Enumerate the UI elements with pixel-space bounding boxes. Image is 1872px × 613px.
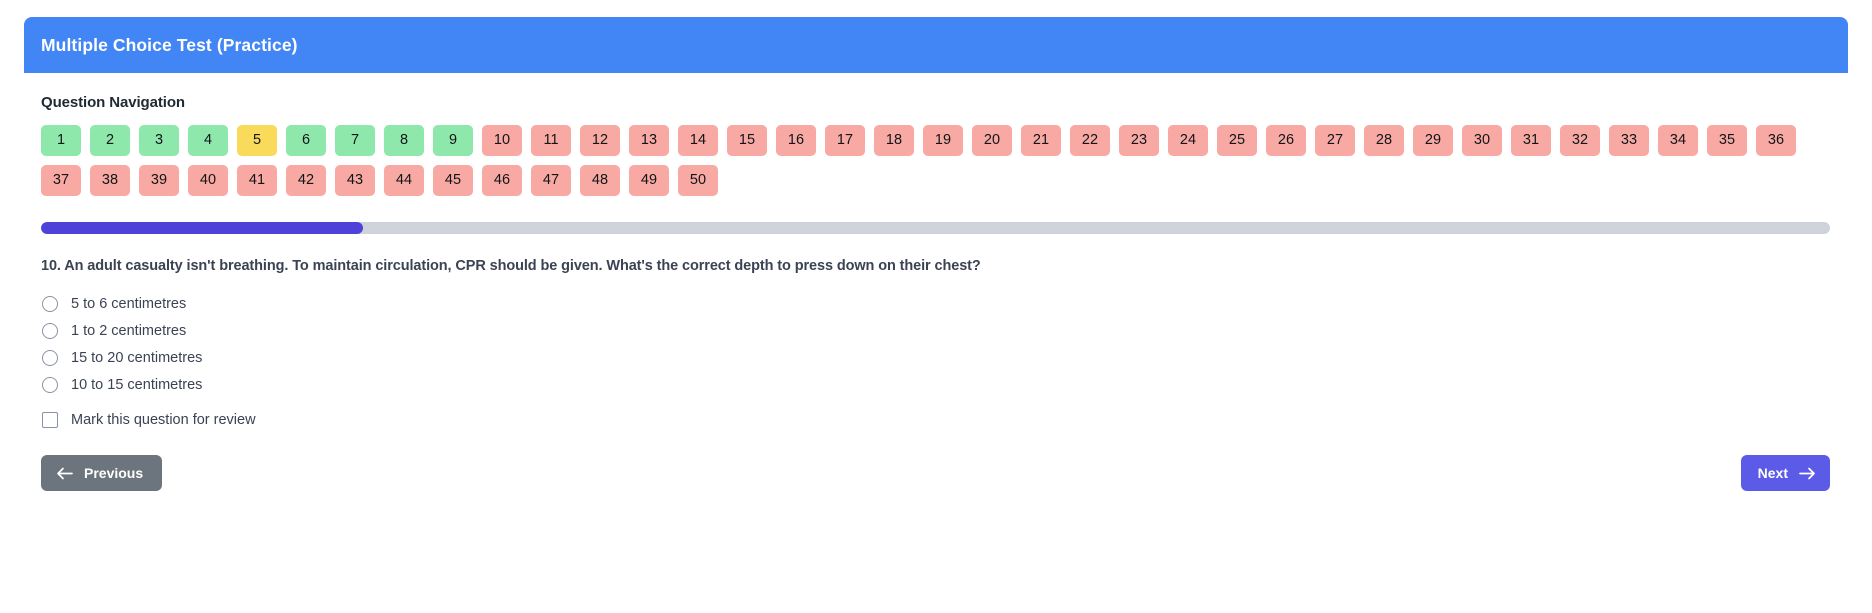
app-header: Multiple Choice Test (Practice): [24, 17, 1848, 73]
question-nav-button[interactable]: 36: [1756, 125, 1796, 156]
question-nav-button[interactable]: 48: [580, 165, 620, 196]
question-nav-button[interactable]: 15: [727, 125, 767, 156]
next-button-label: Next: [1757, 465, 1788, 481]
question-nav-button[interactable]: 34: [1658, 125, 1698, 156]
question-nav-button[interactable]: 50: [678, 165, 718, 196]
question-nav-button[interactable]: 46: [482, 165, 522, 196]
question-text: 10. An adult casualty isn't breathing. T…: [41, 258, 981, 274]
question-nav-button[interactable]: 17: [825, 125, 865, 156]
question-nav-button[interactable]: 7: [335, 125, 375, 156]
radio-button-icon[interactable]: [42, 349, 58, 366]
mark-for-review-checkbox[interactable]: [42, 411, 58, 428]
question-nav-button[interactable]: 27: [1315, 125, 1355, 156]
question-navigation-grid: 1 2 3 4 5 6 7 8 9 10 11 12 13 14 15 16 17 18 19 20 21 22 23 24 2…: [41, 125, 1831, 196]
answer-option[interactable]: 15 to 20 centimetres: [41, 344, 1831, 371]
question-nav-button[interactable]: 45: [433, 165, 473, 196]
question-nav-button[interactable]: 33: [1609, 125, 1649, 156]
question-nav-button[interactable]: 23: [1119, 125, 1159, 156]
question-nav-button[interactable]: 30: [1462, 125, 1502, 156]
answer-option[interactable]: 5 to 6 centimetres: [41, 290, 1831, 317]
question-nav-button[interactable]: 43: [335, 165, 375, 196]
question-nav-button[interactable]: 16: [776, 125, 816, 156]
question-nav-button[interactable]: 1: [41, 125, 81, 156]
question-nav-button[interactable]: 42: [286, 165, 326, 196]
question-nav-button[interactable]: 21: [1021, 125, 1061, 156]
question-navigation-heading: Question Navigation: [41, 94, 185, 111]
question-nav-button[interactable]: 8: [384, 125, 424, 156]
answer-option[interactable]: 10 to 15 centimetres: [41, 371, 1831, 398]
answer-option-label: 5 to 6 centimetres: [71, 295, 187, 312]
arrow-right-icon: [1799, 467, 1816, 480]
question-nav-button[interactable]: 22: [1070, 125, 1110, 156]
question-nav-button[interactable]: 11: [531, 125, 571, 156]
arrow-left-icon: [56, 467, 73, 480]
quiz-body: Question Navigation 1 2 3 4 5 6 7 8 9 10 11 12 13 14 1…: [24, 73, 1848, 491]
page-title: Multiple Choice Test (Practice): [41, 34, 298, 55]
question-nav-button[interactable]: 32: [1560, 125, 1600, 156]
previous-button-label: Previous: [84, 465, 144, 481]
quiz-page: Multiple Choice Test (Practice) Question…: [0, 0, 1872, 613]
question-nav-button[interactable]: 2: [90, 125, 130, 156]
question-nav-button[interactable]: 29: [1413, 125, 1453, 156]
question-nav-button[interactable]: 35: [1707, 125, 1747, 156]
question-nav-button[interactable]: 24: [1168, 125, 1208, 156]
question-nav-button[interactable]: 6: [286, 125, 326, 156]
answer-option-label: 1 to 2 centimetres: [71, 322, 187, 339]
mark-for-review-row[interactable]: Mark this question for review: [41, 406, 1831, 433]
previous-button[interactable]: Previous: [41, 455, 163, 491]
answer-options-list: 5 to 6 centimetres 1 to 2 centimetres 15 t…: [41, 290, 1831, 398]
question-nav-button[interactable]: 40: [188, 165, 228, 196]
question-nav-button[interactable]: 26: [1266, 125, 1306, 156]
radio-button-icon[interactable]: [42, 376, 58, 393]
navigation-buttons-row: Previous Next: [41, 455, 1830, 491]
answer-option-label: 15 to 20 centimetres: [71, 349, 203, 366]
question-nav-button[interactable]: 19: [923, 125, 963, 156]
question-nav-button[interactable]: 39: [139, 165, 179, 196]
progress-bar-fill: [41, 222, 364, 234]
question-nav-button[interactable]: 12: [580, 125, 620, 156]
question-nav-button[interactable]: 38: [90, 165, 130, 196]
question-nav-button[interactable]: 44: [384, 165, 424, 196]
question-nav-button[interactable]: 28: [1364, 125, 1404, 156]
question-nav-button[interactable]: 31: [1511, 125, 1551, 156]
question-nav-button[interactable]: 10: [482, 125, 522, 156]
question-nav-button[interactable]: 25: [1217, 125, 1257, 156]
answer-option-label: 10 to 15 centimetres: [71, 376, 203, 393]
radio-button-icon[interactable]: [42, 295, 58, 312]
progress-bar-track: [41, 222, 1830, 234]
question-nav-button[interactable]: 3: [139, 125, 179, 156]
radio-button-icon[interactable]: [42, 322, 58, 339]
question-nav-button[interactable]: 37: [41, 165, 81, 196]
question-nav-button[interactable]: 18: [874, 125, 914, 156]
question-nav-button[interactable]: 47: [531, 165, 571, 196]
question-nav-button[interactable]: 13: [629, 125, 669, 156]
answer-option[interactable]: 1 to 2 centimetres: [41, 317, 1831, 344]
question-nav-button[interactable]: 41: [237, 165, 277, 196]
question-nav-button[interactable]: 5: [237, 125, 277, 156]
question-nav-button[interactable]: 4: [188, 125, 228, 156]
question-nav-button[interactable]: 49: [629, 165, 669, 196]
question-nav-button[interactable]: 20: [972, 125, 1012, 156]
mark-for-review-label: Mark this question for review: [71, 411, 256, 428]
next-button[interactable]: Next: [1740, 455, 1830, 491]
question-nav-button[interactable]: 14: [678, 125, 718, 156]
question-nav-button[interactable]: 9: [433, 125, 473, 156]
